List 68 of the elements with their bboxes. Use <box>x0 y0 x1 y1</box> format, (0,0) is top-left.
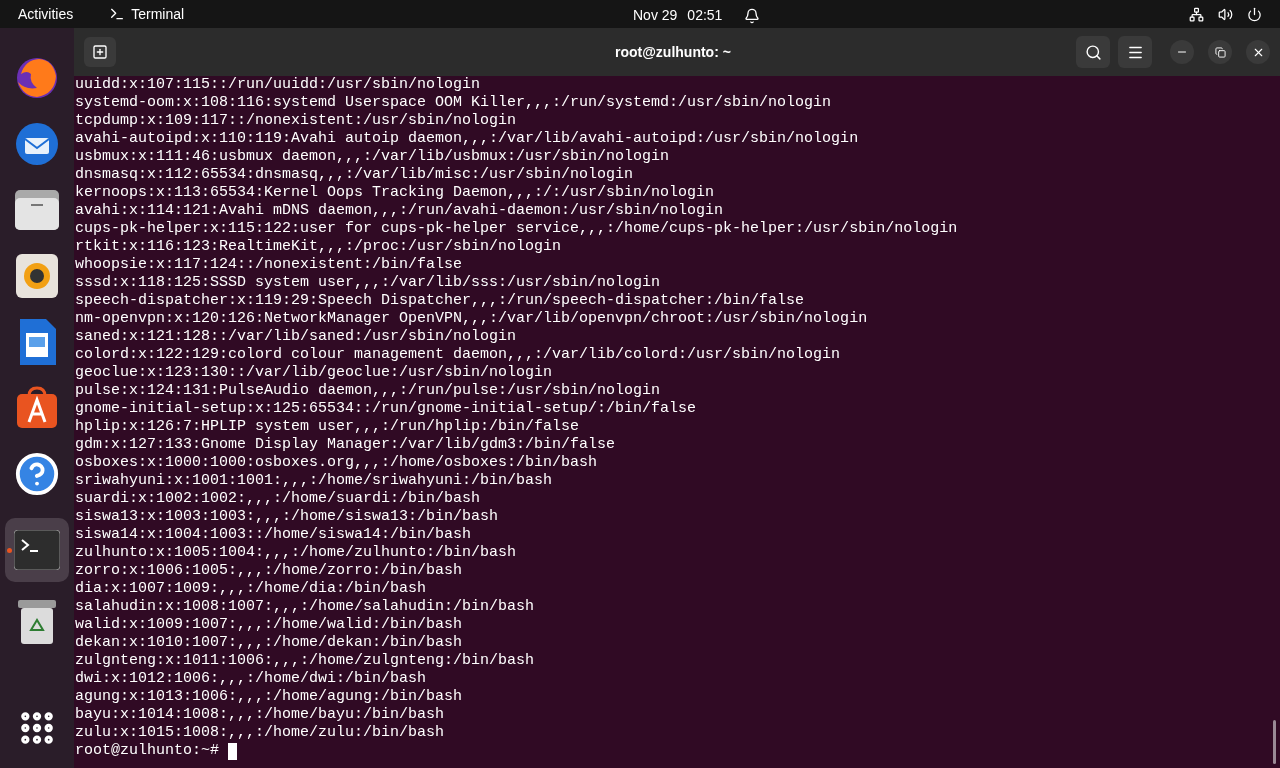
volume-icon[interactable] <box>1218 6 1233 22</box>
terminal-line: saned:x:121:128::/var/lib/saned:/usr/sbin/nologin <box>75 328 517 346</box>
new-tab-icon <box>92 44 108 60</box>
terminal-line: zorro:x:1006:1005:,,,:/home/zorro:/bin/bash <box>75 562 463 580</box>
terminal-line: pulse:x:124:131:PulseAudio daemon,,,:/run/pulse:/usr/sbin/nologin <box>75 382 661 400</box>
terminal-line: bayu:x:1014:1008:,,,:/home/bayu:/bin/bash <box>75 706 445 724</box>
terminal-line: whoopsie:x:117:124::/nonexistent:/bin/false <box>75 256 463 274</box>
terminal-line: rtkit:x:116:123:RealtimeKit,,,:/proc:/usr/sbin/nologin <box>75 238 562 256</box>
terminal-line: sssd:x:118:125:SSSD system user,,,:/var/lib/sss:/usr/sbin/nologin <box>75 274 661 292</box>
scrollbar[interactable] <box>1273 720 1276 764</box>
text-cursor <box>228 742 238 760</box>
close-button[interactable] <box>1246 40 1270 64</box>
shell-prompt: root@zulhunto:~# <box>75 742 220 760</box>
terminal-line: dia:x:1007:1009:,,,:/home/dia:/bin/bash <box>75 580 427 598</box>
app-name[interactable]: Terminal <box>131 3 185 25</box>
network-icon[interactable] <box>1189 6 1204 22</box>
help-icon <box>14 451 60 497</box>
terminal-line: systemd-oom:x:108:116:systemd Userspace OOM Killer,,,:/run/systemd:/usr/sbin/nologin <box>75 94 832 112</box>
clock-label[interactable]: 02:51 <box>687 5 723 26</box>
terminal-line: siswa13:x:1003:1003:,,,:/home/siswa13:/bin/bash <box>75 508 499 526</box>
new-tab-button[interactable] <box>84 37 116 67</box>
terminal-line: suardi:x:1002:1002:,,,:/home/suardi:/bin/bash <box>75 490 481 508</box>
terminal-line: dekan:x:1010:1007:,,,:/home/dekan:/bin/bash <box>75 634 463 652</box>
terminal-line: hplip:x:126:7:HPLIP system user,,,:/run/hplip:/bin/false <box>75 418 580 436</box>
terminal-line: uuidd:x:107:115::/run/uuidd:/usr/sbin/nologin <box>75 76 481 94</box>
activities-button[interactable]: Activities <box>18 3 74 25</box>
terminal-line: nm-openvpn:x:120:126:NetworkManager OpenVPN,,,:/var/lib/openvpn/chroot:/usr/sbin/nologin <box>75 310 868 328</box>
fox-globe-icon <box>15 56 59 100</box>
minimize-button[interactable] <box>1170 40 1194 64</box>
search-button[interactable] <box>1076 36 1110 68</box>
terminal-line: geoclue:x:123:130::/var/lib/geoclue:/usr/sbin/nologin <box>75 364 553 382</box>
speaker-icon <box>16 254 58 298</box>
terminal-line: dnsmasq:x:112:65534:dnsmasq,,,:/var/lib/misc:/usr/sbin/nologin <box>75 166 634 184</box>
date-label[interactable]: Nov 29 <box>633 5 678 26</box>
shopping-bag-icon <box>15 386 59 430</box>
maximize-button[interactable] <box>1208 40 1232 64</box>
terminal-line: avahi-autoipd:x:110:119:Avahi autoip daemon,,,:/var/lib/avahi-autoipd:/usr/sbin/nologin <box>75 130 859 148</box>
restore-icon <box>1214 46 1226 58</box>
bird-envelope-icon <box>13 120 61 168</box>
search-icon <box>1084 43 1102 61</box>
terminal-line: avahi:x:114:121:Avahi mDNS daemon,,,:/run/avahi-daemon:/usr/sbin/nologin <box>75 202 724 220</box>
window-title: root@zulhunto: ~ <box>615 43 731 62</box>
terminal-line: colord:x:122:129:colord colour management daemon,,,:/var/lib/colord:/usr/sbin/nologin <box>75 346 841 364</box>
terminal-line: osboxes:x:1000:1000:osboxes.org,,,:/home/osboxes:/bin/bash <box>75 454 598 472</box>
terminal-line: dwi:x:1012:1006:,,,:/home/dwi:/bin/bash <box>75 670 427 688</box>
recycle-bin-icon <box>18 600 56 644</box>
terminal-line: sriwahyuni:x:1001:1001:,,,:/home/sriwahyuni:/bin/bash <box>75 472 553 490</box>
terminal-line: speech-dispatcher:x:119:29:Speech Dispatcher,,,:/run/speech-dispatcher:/bin/false <box>75 292 805 310</box>
terminal-line: salahudin:x:1008:1007:,,,:/home/salahudin:/bin/bash <box>75 598 535 616</box>
power-icon[interactable] <box>1247 6 1262 22</box>
terminal-line: kernoops:x:113:65534:Kernel Oops Tracking Daemon,,,:/:/usr/sbin/nologin <box>75 184 715 202</box>
terminal-line: gnome-initial-setup:x:125:65534::/run/gnome-initial-setup/:/bin/false <box>75 400 697 418</box>
terminal-icon <box>109 6 126 22</box>
terminal-line: zulhunto:x:1005:1004:,,,:/home/zulhunto:/bin/bash <box>75 544 517 562</box>
folder-icon <box>15 190 59 230</box>
terminal-line: tcpdump:x:109:117::/nonexistent:/usr/sbin/nologin <box>75 112 517 130</box>
terminal-line: gdm:x:127:133:Gnome Display Manager:/var/lib/gdm3:/bin/false <box>75 436 616 454</box>
bell-icon[interactable] <box>744 7 761 24</box>
terminal-icon <box>14 530 60 570</box>
terminal-line: agung:x:1013:1006:,,,:/home/agung:/bin/bash <box>75 688 463 706</box>
terminal-line: zulgnteng:x:1011:1006:,,,:/home/zulgnteng:/bin/bash <box>75 652 535 670</box>
terminal-line: walid:x:1009:1007:,,,:/home/walid:/bin/bash <box>75 616 463 634</box>
terminal-line: cups-pk-helper:x:115:122:user for cups-pk-helper service,,,:/home/cups-pk-helper:/usr/sbin/nologin <box>75 220 958 238</box>
terminal-line: siswa14:x:1004:1003::/home/siswa14:/bin/bash <box>75 526 472 544</box>
menu-button[interactable] <box>1118 36 1152 68</box>
document-icon <box>18 319 56 365</box>
terminal-line: usbmux:x:111:46:usbmux daemon,,,:/var/lib/usbmux:/usr/sbin/nologin <box>75 148 670 166</box>
terminal-line: zulu:x:1015:1008:,,,:/home/zulu:/bin/bash <box>75 724 445 742</box>
